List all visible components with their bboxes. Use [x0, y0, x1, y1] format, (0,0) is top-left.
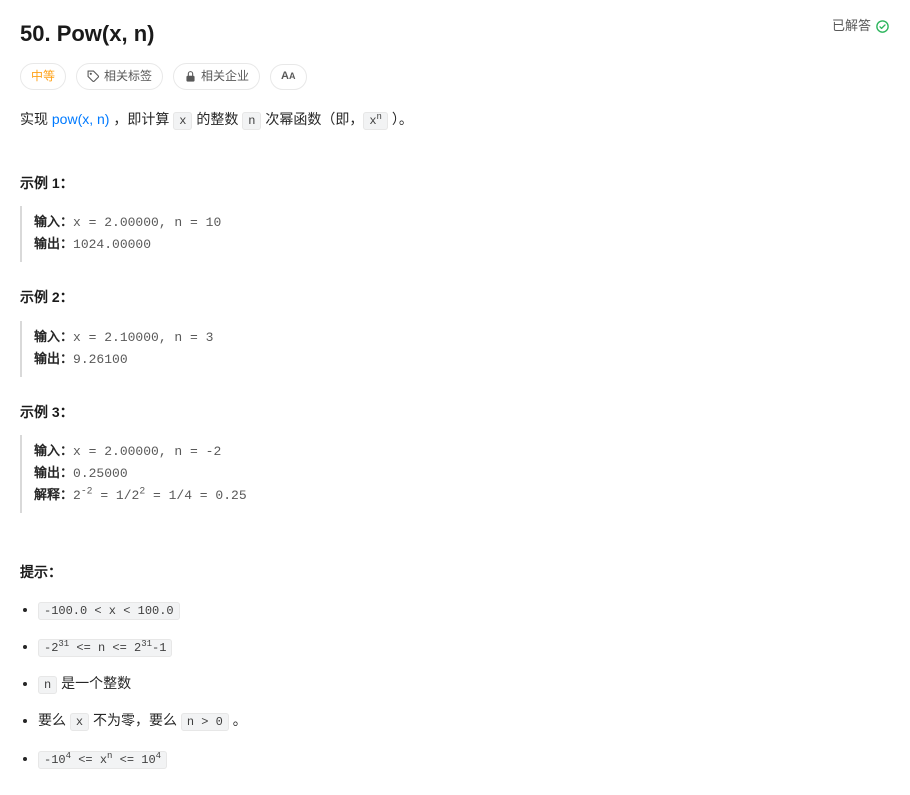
output-label: 输出： — [34, 237, 73, 252]
hints-section: 提示： -100.0 < x < 100.0 -231 <= n <= 231-1… — [20, 561, 890, 769]
code-n: n — [242, 112, 261, 130]
desc-text: 实现 — [20, 111, 52, 127]
input-label: 输入： — [34, 330, 73, 345]
desc-text: ，即计算 — [109, 111, 173, 127]
constraint-item: -100.0 < x < 100.0 — [38, 598, 890, 621]
example-block: 输入：x = 2.00000, n = -2输出：0.25000解释：2-2 =… — [20, 435, 890, 513]
output-label: 输出： — [34, 352, 73, 367]
check-circle-icon — [875, 19, 890, 34]
tags-row: 中等 相关标签 相关企业 AA — [20, 63, 890, 90]
font-size-icon: AA — [281, 68, 295, 86]
input-value: x = 2.00000, n = 10 — [73, 215, 221, 230]
input-value: x = 2.10000, n = 3 — [73, 330, 213, 345]
example-block: 输入：x = 2.10000, n = 3输出：9.26100 — [20, 321, 890, 377]
desc-text: 次幂函数（即， — [261, 111, 363, 127]
problem-description: 实现 pow(x, n) ，即计算 x 的整数 n 次幂函数（即，xn ）。 — [20, 108, 890, 131]
explain-label: 解释： — [34, 488, 73, 503]
output-value: 1024.00000 — [73, 237, 151, 252]
hints-title: 提示： — [20, 561, 890, 583]
explain-value: 2-2 = 1/22 = 1/4 = 0.25 — [73, 488, 247, 503]
constraint-item: -104 <= xn <= 104 — [38, 747, 890, 770]
solved-status: 已解答 — [832, 16, 890, 37]
difficulty-badge: 中等 — [20, 63, 66, 90]
example-title: 示例 2： — [20, 286, 890, 308]
code-x: x — [173, 112, 192, 130]
example-block: 输入：x = 2.00000, n = 10输出：1024.00000 — [20, 206, 890, 262]
constraint-item: -231 <= n <= 231-1 — [38, 635, 890, 658]
output-value: 0.25000 — [73, 466, 128, 481]
constraint-item: 要么 x 不为零，要么 n > 0 。 — [38, 709, 890, 732]
constraints-list: -100.0 < x < 100.0 -231 <= n <= 231-1 n 是一… — [20, 598, 890, 770]
example-title: 示例 3： — [20, 401, 890, 423]
code-xn: xn — [363, 112, 388, 130]
problem-title: 50. Pow(x, n) — [20, 16, 154, 51]
related-company-button[interactable]: 相关企业 — [173, 63, 260, 90]
related-tags-label: 相关标签 — [104, 67, 152, 86]
desc-text: ）。 — [388, 111, 413, 127]
output-label: 输出： — [34, 466, 73, 481]
input-label: 输入： — [34, 444, 73, 459]
lock-icon — [184, 70, 197, 83]
constraint-item: n 是一个整数 — [38, 672, 890, 695]
input-label: 输入： — [34, 215, 73, 230]
example-title: 示例 1： — [20, 172, 890, 194]
font-size-button[interactable]: AA — [270, 64, 306, 90]
output-value: 9.26100 — [73, 352, 128, 367]
related-company-label: 相关企业 — [201, 67, 249, 86]
solved-label: 已解答 — [832, 16, 871, 37]
related-tags-button[interactable]: 相关标签 — [76, 63, 163, 90]
link-text: pow(x, n) — [52, 111, 110, 127]
examples-container: 示例 1：输入：x = 2.00000, n = 10输出：1024.00000… — [20, 172, 890, 514]
tag-icon — [87, 70, 100, 83]
desc-text: 的整数 — [192, 111, 242, 127]
pow-link[interactable]: pow(x, n) — [52, 111, 110, 127]
input-value: x = 2.00000, n = -2 — [73, 444, 221, 459]
